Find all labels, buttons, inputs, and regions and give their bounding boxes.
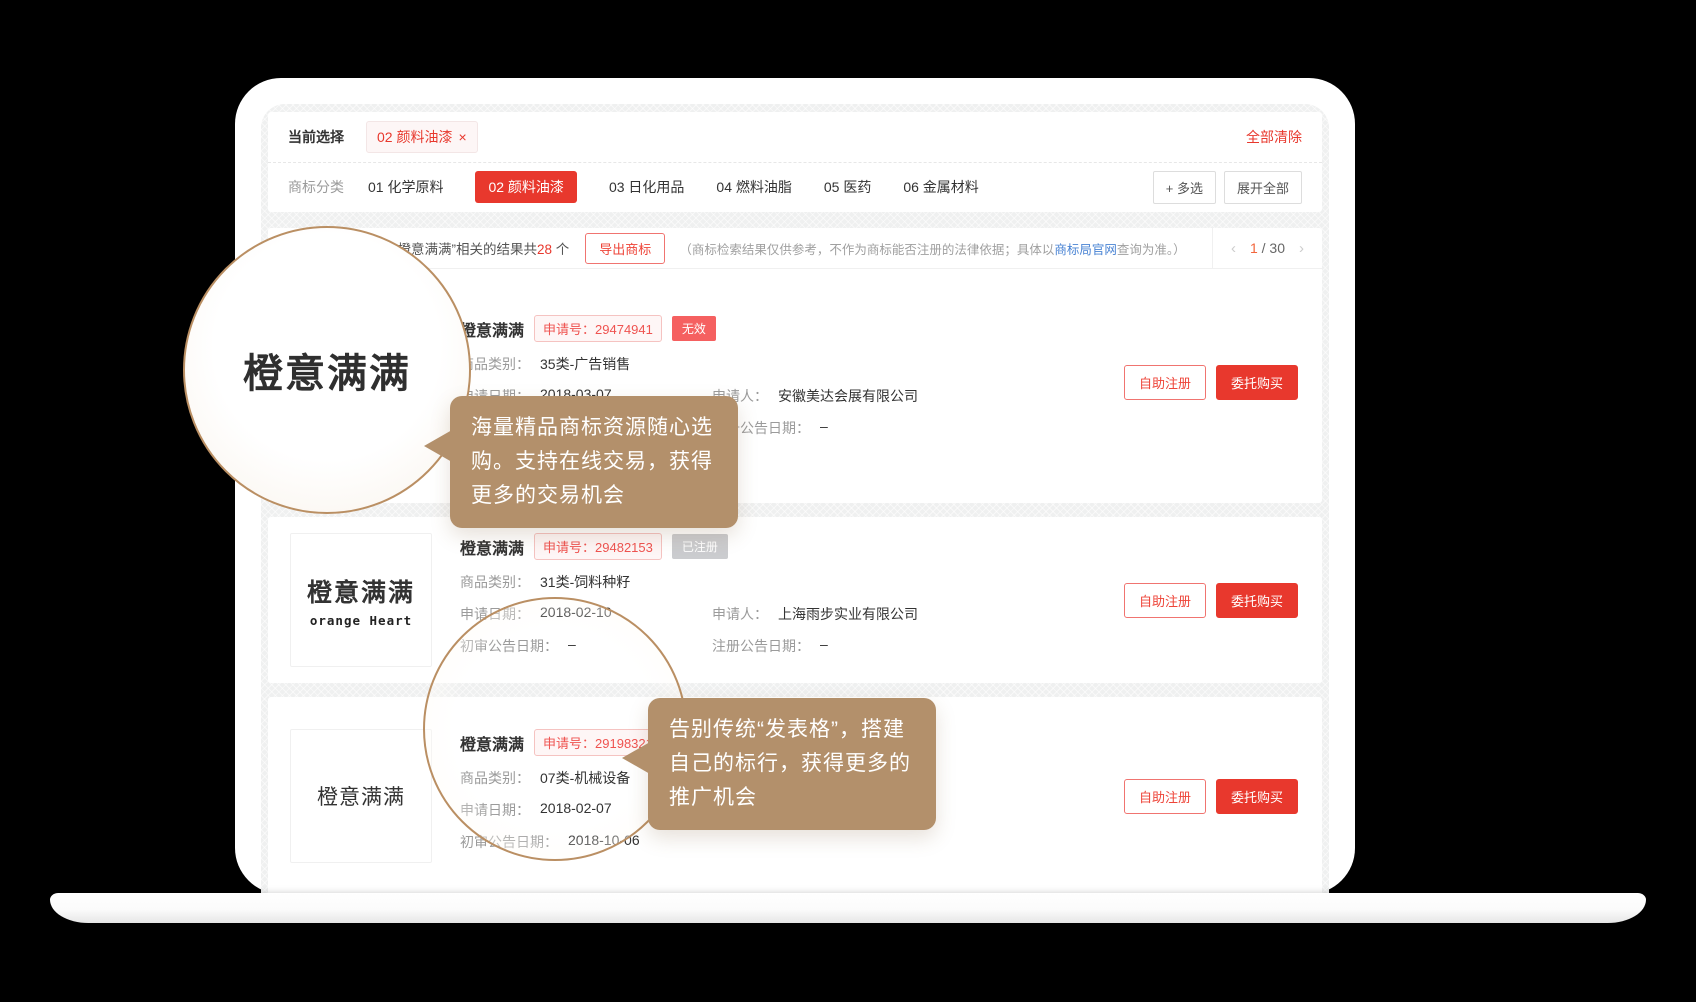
entrust-purchase-button[interactable]: 委托购买 bbox=[1216, 779, 1298, 814]
trademark-image-3[interactable]: 橙意满满 bbox=[290, 729, 432, 863]
entrust-purchase-button[interactable]: 委托购买 bbox=[1216, 365, 1298, 400]
category-row-label: 商标分类 bbox=[288, 177, 344, 197]
row-2-actions: 自助注册 委托购买 bbox=[1124, 583, 1298, 618]
category-row: 商标分类 01 化学原料 02 颜料油漆 03 日化用品 04 燃料油脂 05 … bbox=[268, 163, 1322, 213]
category-field-value: 35类-广告销售 bbox=[540, 354, 630, 374]
multi-select-button[interactable]: + 多选 bbox=[1153, 171, 1216, 204]
category-tab-03[interactable]: 03 日化用品 bbox=[609, 177, 684, 197]
registration-publication-value: – bbox=[820, 418, 828, 438]
selected-filter-tag[interactable]: 02 颜料油漆 × bbox=[366, 121, 478, 153]
application-number-badge: 申请号：29474941 bbox=[534, 315, 662, 342]
trademark-image-2[interactable]: 橙意满满 orange Heart bbox=[290, 533, 432, 667]
registration-publication-label: 注册公告日期： bbox=[712, 636, 810, 656]
category-tools: + 多选 展开全部 bbox=[1153, 171, 1302, 204]
disclaimer-suffix: 查询为准。） bbox=[1117, 243, 1186, 257]
application-number-badge: 申请号：29482153 bbox=[534, 533, 662, 560]
prev-page-icon[interactable]: ‹ bbox=[1231, 240, 1236, 257]
tooltip-arrow-icon bbox=[424, 430, 452, 462]
expand-all-button[interactable]: 展开全部 bbox=[1224, 171, 1302, 204]
entrust-purchase-button[interactable]: 委托购买 bbox=[1216, 583, 1298, 618]
tooltip-arrow-icon bbox=[622, 742, 650, 774]
application-number-value: 29474941 bbox=[595, 322, 653, 337]
pagination: ‹ 1 / 30 › bbox=[1212, 228, 1322, 268]
row-1-actions: 自助注册 委托购买 bbox=[1124, 365, 1298, 400]
page-indicator: 1 / 30 bbox=[1250, 240, 1285, 256]
result-row-2: 橙意满满 orange Heart 橙意满满 申请号：29482153 已注册 … bbox=[268, 517, 1322, 683]
trademark-office-link[interactable]: 商标局官网 bbox=[1054, 243, 1117, 257]
category-field-value: 31类-饲料种籽 bbox=[540, 572, 630, 592]
registration-publication-value: – bbox=[820, 636, 828, 656]
remove-tag-icon[interactable]: × bbox=[458, 130, 466, 144]
disclaimer-note: （商标检索结果仅供参考，不作为商标能否注册的法律依据；具体以商标局官网查询为准。… bbox=[679, 239, 1212, 258]
row-2-title-line: 橙意满满 申请号：29482153 已注册 bbox=[460, 533, 1110, 560]
application-number-value: 29482153 bbox=[595, 540, 653, 555]
category-tabs: 01 化学原料 02 颜料油漆 03 日化用品 04 燃料油脂 05 医药 06… bbox=[368, 171, 979, 203]
tooltip-promotion: 告别传统“发表格”，搭建自己的标行，获得更多的推广机会 bbox=[648, 698, 936, 830]
clear-all-button[interactable]: 全部清除 bbox=[1246, 127, 1302, 147]
tooltip-marketplace: 海量精品商标资源随心选购。支持在线交易，获得更多的交易机会 bbox=[450, 396, 738, 528]
trademark-name[interactable]: 橙意满满 bbox=[460, 535, 524, 559]
current-page: 1 bbox=[1250, 240, 1258, 256]
results-card-2: 橙意满满 orange Heart 橙意满满 申请号：29482153 已注册 … bbox=[268, 517, 1322, 683]
results-header: 当前分类下检索到“橙意满满”相关的结果共28 个 导出商标 （商标检索结果仅供参… bbox=[268, 228, 1322, 269]
category-field-label: 商品类别： bbox=[460, 572, 530, 592]
summary-unit: 个 bbox=[552, 242, 569, 257]
tooltip-promotion-text: 告别传统“发表格”，搭建自己的标行，获得更多的推广机会 bbox=[669, 718, 911, 809]
next-page-icon[interactable]: › bbox=[1299, 240, 1304, 257]
row-2-category-line: 商品类别： 31类-饲料种籽 bbox=[460, 572, 1110, 592]
category-tab-04[interactable]: 04 燃料油脂 bbox=[716, 177, 791, 197]
applicant-value: 上海雨步实业有限公司 bbox=[778, 604, 918, 624]
export-trademarks-button[interactable]: 导出商标 bbox=[585, 233, 665, 264]
trademark-image-text: 橙意满满 bbox=[307, 573, 415, 609]
category-tab-01[interactable]: 01 化学原料 bbox=[368, 177, 443, 197]
applicant-label: 申请人： bbox=[712, 604, 768, 624]
trademark-image-subtext: orange Heart bbox=[310, 613, 412, 628]
disclaimer-text: （商标检索结果仅供参考，不作为商标能否注册的法律依据；具体以 bbox=[679, 243, 1054, 257]
category-tab-05[interactable]: 05 医药 bbox=[824, 177, 871, 197]
self-register-button[interactable]: 自助注册 bbox=[1124, 779, 1206, 814]
row-3-actions: 自助注册 委托购买 bbox=[1124, 779, 1298, 814]
total-pages: 30 bbox=[1269, 240, 1285, 256]
category-tab-02-selected[interactable]: 02 颜料油漆 bbox=[475, 171, 576, 203]
applicant-value: 安徽美达会展有限公司 bbox=[778, 386, 918, 406]
self-register-button[interactable]: 自助注册 bbox=[1124, 365, 1206, 400]
status-badge-invalid: 无效 bbox=[672, 316, 716, 341]
laptop-base bbox=[50, 893, 1646, 923]
trademark-name[interactable]: 橙意满满 bbox=[460, 317, 524, 341]
self-register-button[interactable]: 自助注册 bbox=[1124, 583, 1206, 618]
row-1-title-line: 橙意满满 申请号：29474941 无效 bbox=[460, 315, 1110, 342]
current-selection-label: 当前选择 bbox=[288, 127, 344, 147]
selected-filter-tag-text: 02 颜料油漆 bbox=[377, 127, 452, 147]
results-count: 28 bbox=[537, 242, 552, 257]
magnified-trademark-text: 橙意满满 bbox=[243, 341, 411, 399]
page-separator: / bbox=[1262, 240, 1266, 256]
category-tab-06[interactable]: 06 金属材料 bbox=[903, 177, 978, 197]
current-selection-row: 当前选择 02 颜料油漆 × 全部清除 bbox=[268, 112, 1322, 163]
filter-panel: 当前选择 02 颜料油漆 × 全部清除 商标分类 01 化学原料 02 颜料油漆… bbox=[268, 112, 1322, 212]
trademark-image-text: 橙意满满 bbox=[317, 781, 405, 811]
magnifier-circle-1: 橙意满满 bbox=[183, 226, 471, 514]
application-number-label: 申请号： bbox=[543, 322, 595, 337]
row-1-category-line: 商品类别：35类-广告销售 bbox=[460, 354, 1110, 374]
status-badge-registered: 已注册 bbox=[672, 534, 728, 559]
application-number-label: 申请号： bbox=[543, 540, 595, 555]
tooltip-marketplace-text: 海量精品商标资源随心选购。支持在线交易，获得更多的交易机会 bbox=[471, 416, 713, 507]
